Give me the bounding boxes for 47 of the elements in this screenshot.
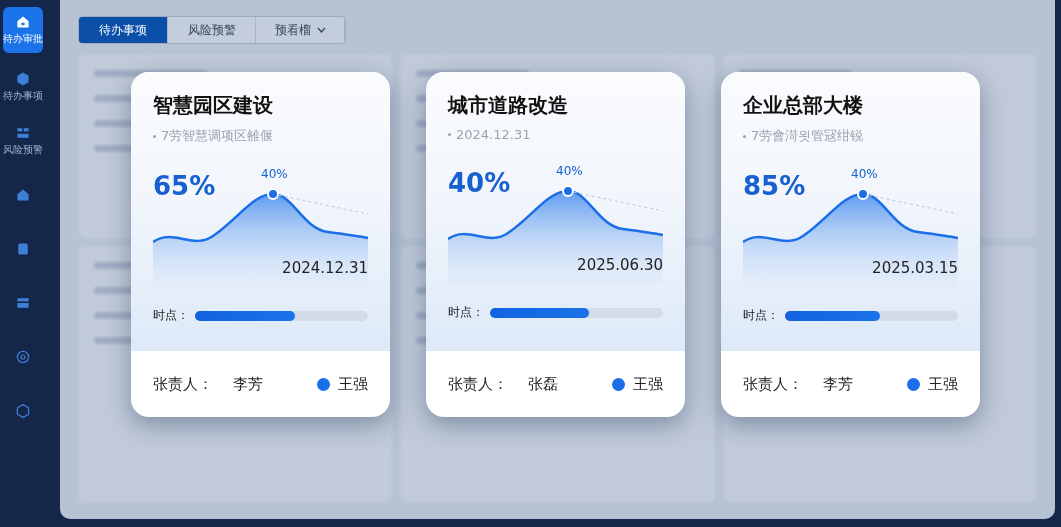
status-dot-icon	[907, 377, 920, 391]
owner-label: 张责人：	[743, 374, 803, 394]
status-dot-icon	[612, 377, 625, 391]
owner-name: 李芳	[233, 374, 263, 394]
card-title: 企业总部大楼	[743, 92, 864, 119]
owner-name: 李芳	[823, 374, 853, 394]
bullet-icon	[153, 134, 156, 138]
assignee-name: 王强	[633, 374, 663, 394]
status-dot-icon	[317, 377, 330, 391]
hexagon-icon	[15, 403, 31, 419]
progress-label: 时点：	[448, 304, 484, 321]
sidebar-item[interactable]: 风险预警	[3, 121, 43, 161]
peak-label: 40%	[261, 167, 288, 181]
card-subtitle: 7劳會渮욋管冦绀锐	[751, 127, 864, 145]
grid-icon	[15, 125, 31, 141]
assignee-name: 王强	[338, 374, 368, 394]
due-date: 2025.06.30	[577, 256, 663, 274]
sidebar-item[interactable]: 待办审批	[3, 7, 43, 53]
bullet-icon	[743, 134, 746, 138]
ring-icon	[15, 349, 31, 365]
card-subtitle: 7劳智慧调项区雒偃	[161, 127, 274, 145]
assignee-name: 王强	[928, 374, 958, 394]
progress-label: 时点：	[153, 307, 189, 324]
peak-label: 40%	[851, 167, 878, 181]
sidebar-item[interactable]: 待办事项	[3, 67, 43, 107]
owner-name: 张磊	[528, 374, 558, 394]
percent-value: 65%	[153, 171, 216, 201]
peak-label: 40%	[556, 164, 583, 178]
due-date: 2025.03.15	[872, 259, 958, 277]
due-date: 2024.12.31	[282, 259, 368, 277]
tab[interactable]: 风险预警	[167, 17, 257, 43]
tab[interactable]: 待办事项	[79, 17, 168, 43]
percent-value: 40%	[448, 168, 511, 198]
bullet-icon	[448, 133, 451, 136]
owner-label: 张责人：	[153, 374, 213, 394]
percent-value: 85%	[743, 171, 806, 201]
card-subtitle: 2024.12.31	[456, 127, 531, 142]
home-icon	[15, 187, 31, 203]
document-icon	[15, 241, 31, 257]
progress-label: 时点：	[743, 307, 779, 324]
owner-label: 张责人：	[448, 374, 508, 394]
hexagon-icon	[15, 71, 31, 87]
panel-icon	[15, 295, 31, 311]
card-title: 智慧园区建设	[153, 92, 274, 119]
card-title: 城市道路改造	[448, 92, 569, 119]
home-icon	[15, 14, 31, 30]
tab[interactable]: 预看榴	[256, 17, 345, 43]
